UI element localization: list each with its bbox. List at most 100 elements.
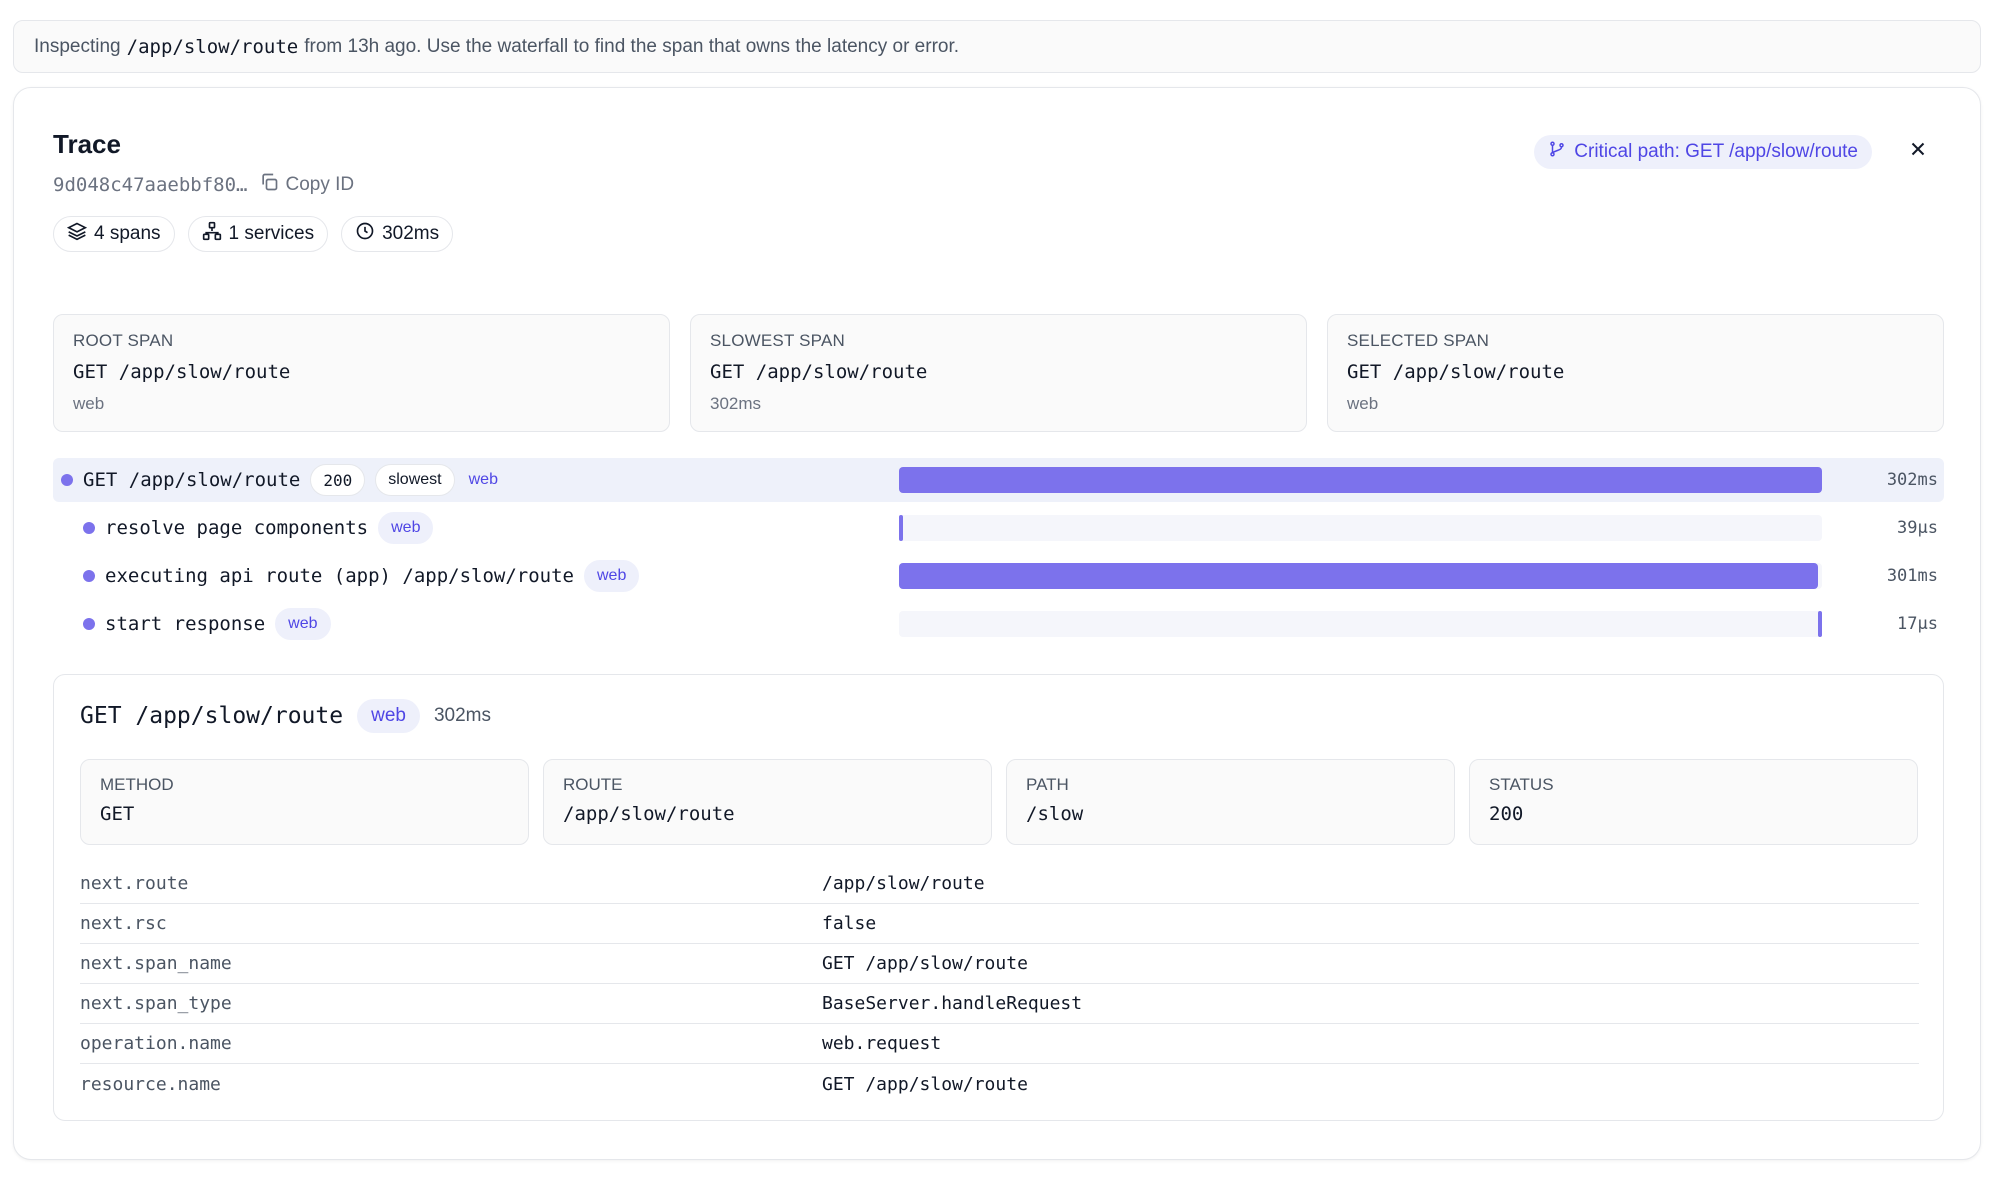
trace-id-row: 9d048c47aaebbf80… Copy ID: [53, 172, 354, 198]
span-waterfall: GET /app/slow/route 200 slowest web 302m…: [53, 458, 1944, 650]
context-banner: Inspecting /app/slow/route from 13h ago.…: [13, 20, 1981, 73]
span-track: [899, 467, 1822, 493]
slowest-span-card[interactable]: SLOWEST SPAN GET /app/slow/route 302ms: [690, 314, 1307, 432]
attribute-key: next.span_type: [80, 993, 232, 1014]
clock-icon: [355, 221, 375, 247]
span-dot-icon: [83, 618, 95, 630]
field-label: STATUS: [1489, 775, 1554, 794]
critical-path-badge[interactable]: Critical path: GET /app/slow/route: [1534, 135, 1872, 169]
span-row[interactable]: executing api route (app) /app/slow/rout…: [53, 554, 1944, 598]
span-dot-icon: [83, 522, 95, 534]
field-value: /app/slow/route: [563, 803, 735, 825]
critical-path-label: Critical path: GET /app/slow/route: [1574, 141, 1858, 162]
span-label: start response web: [83, 608, 331, 640]
attribute-key: next.span_name: [80, 953, 232, 974]
path-field: PATH /slow: [1006, 759, 1455, 845]
copy-id-label: Copy ID: [285, 174, 355, 195]
attribute-value: GET /app/slow/route: [822, 1073, 1028, 1095]
status-field: STATUS 200: [1469, 759, 1918, 845]
span-summary: ROOT SPAN GET /app/slow/route web SLOWES…: [53, 314, 1944, 432]
span-detail-service: web: [357, 699, 420, 733]
copy-id-button[interactable]: Copy ID: [259, 172, 354, 198]
close-icon: [1907, 138, 1929, 165]
span-dot-icon: [61, 474, 73, 486]
span-label: executing api route (app) /app/slow/rout…: [83, 560, 640, 592]
spans-count-pill: 4 spans: [53, 216, 175, 252]
span-duration: 302ms: [1886, 470, 1938, 490]
selected-span-service: web: [1347, 394, 1379, 413]
field-value: GET: [100, 803, 135, 825]
span-track: [899, 515, 1822, 541]
slowest-span-label: SLOWEST SPAN: [710, 331, 845, 350]
span-attributes: next.route /app/slow/route next.rsc fals…: [80, 864, 1919, 1104]
spans-count: 4 spans: [94, 223, 161, 244]
span-name: start response: [105, 613, 266, 635]
span-detail-panel: GET /app/slow/route web 302ms METHOD GET…: [53, 674, 1944, 1121]
banner-prefix: Inspecting: [34, 35, 121, 57]
span-detail-name: GET /app/slow/route: [80, 703, 344, 729]
field-label: METHOD: [100, 775, 174, 794]
attribute-value: GET /app/slow/route: [822, 953, 1028, 974]
attribute-key: operation.name: [80, 1033, 232, 1054]
trace-stats: 4 spans 1 services 302ms: [53, 216, 454, 252]
span-name: GET /app/slow/route: [83, 469, 301, 491]
attribute-row: next.route /app/slow/route: [80, 864, 1919, 904]
copy-icon: [259, 172, 279, 198]
duration-pill: 302ms: [341, 216, 454, 252]
attribute-row: resource.name GET /app/slow/route: [80, 1064, 1919, 1104]
attribute-value: BaseServer.handleRequest: [822, 993, 1083, 1014]
span-row[interactable]: GET /app/slow/route 200 slowest web 302m…: [53, 458, 1944, 502]
span-detail-duration: 302ms: [433, 705, 491, 726]
span-label: GET /app/slow/route 200 slowest web: [61, 464, 502, 496]
attribute-value: false: [822, 913, 877, 934]
root-span-value: GET /app/slow/route: [73, 361, 291, 383]
attribute-row: next.span_type BaseServer.handleRequest: [80, 984, 1919, 1024]
status-badge: 200: [310, 464, 366, 496]
slowest-span-duration: 302ms: [710, 394, 762, 413]
attribute-value: /app/slow/route: [822, 873, 985, 894]
attribute-row: next.span_name GET /app/slow/route: [80, 944, 1919, 984]
services-count-pill: 1 services: [187, 216, 329, 252]
span-duration: 39μs: [1897, 518, 1938, 538]
field-value: /slow: [1026, 803, 1084, 825]
trace-title: Trace: [53, 129, 121, 159]
slowest-span-value: GET /app/slow/route: [710, 361, 928, 383]
network-icon: [202, 221, 222, 247]
selected-span-card[interactable]: SELECTED SPAN GET /app/slow/route web: [1327, 314, 1944, 432]
service-badge: web: [468, 471, 498, 488]
span-duration: 301ms: [1886, 566, 1938, 586]
service-badge: web: [275, 608, 331, 640]
span-bar: [899, 563, 1819, 589]
span-row[interactable]: start response web 17μs: [53, 602, 1944, 646]
trace-panel: Trace 9d048c47aaebbf80… Copy ID 4 spans …: [13, 87, 1981, 1160]
span-track: [899, 563, 1822, 589]
attribute-value: web.request: [822, 1033, 942, 1054]
span-fields: METHOD GET ROUTE /app/slow/route PATH /s…: [80, 759, 1918, 845]
span-detail-header: GET /app/slow/route web 302ms: [80, 699, 491, 733]
close-button[interactable]: [1903, 136, 1933, 166]
route-field: ROUTE /app/slow/route: [543, 759, 992, 845]
span-bar: [1818, 611, 1822, 637]
banner-route: /app/slow/route: [126, 35, 299, 58]
span-row[interactable]: resolve page components web 39μs: [53, 506, 1944, 550]
span-label: resolve page components web: [83, 512, 434, 544]
selected-span-value: GET /app/slow/route: [1347, 361, 1565, 383]
span-bar: [899, 467, 1822, 493]
field-value: 200: [1489, 803, 1524, 825]
span-duration: 17μs: [1897, 614, 1938, 634]
services-count: 1 services: [228, 223, 315, 244]
attribute-key: next.rsc: [80, 913, 167, 934]
span-track: [899, 611, 1822, 637]
root-span-service: web: [73, 394, 105, 413]
service-badge: web: [584, 560, 640, 592]
layers-icon: [66, 221, 88, 247]
root-span-card[interactable]: ROOT SPAN GET /app/slow/route web: [53, 314, 670, 432]
selected-span-label: SELECTED SPAN: [1347, 331, 1490, 350]
field-label: PATH: [1026, 775, 1069, 794]
slowest-badge: slowest: [375, 464, 455, 496]
span-bar: [899, 515, 903, 541]
banner-suffix: from 13h ago. Use the waterfall to find …: [304, 35, 960, 57]
git-branch-icon: [1548, 140, 1566, 164]
span-dot-icon: [83, 570, 95, 582]
service-badge: web: [378, 512, 434, 544]
